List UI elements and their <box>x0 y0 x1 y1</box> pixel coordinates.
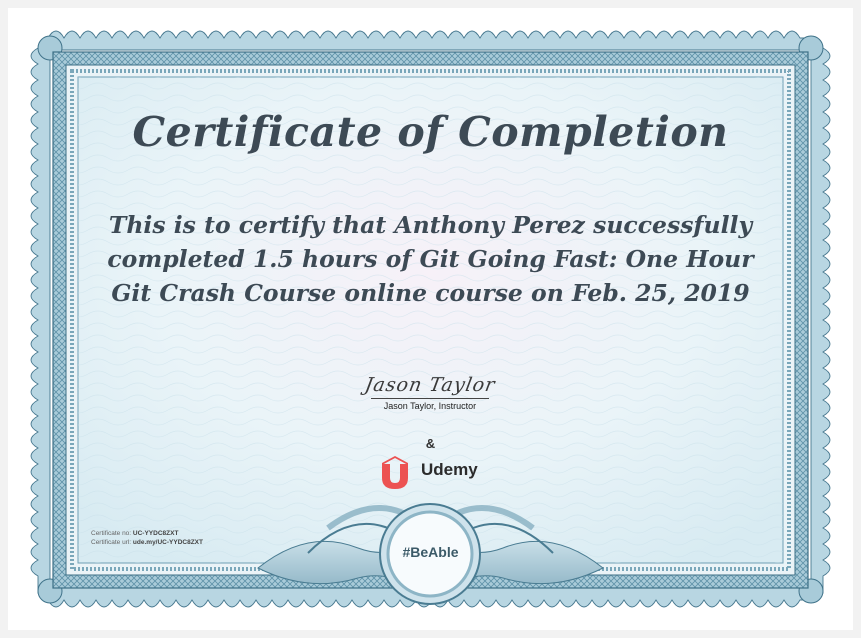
certificate-number: UC-YYDC8ZXT <box>132 530 179 537</box>
signature-line <box>371 398 489 399</box>
udemy-wordmark: Udemy <box>421 460 478 479</box>
signature-caption: Jason Taylor, Instructor <box>383 401 477 411</box>
certificate-statement: This is to certify that Anthony Perez su… <box>107 211 754 307</box>
signature: Jason Taylor <box>362 374 498 396</box>
signature-block: Jason Taylor Jason Taylor, Instructor <box>330 374 530 411</box>
ampersand: & <box>425 436 436 451</box>
certificate-paper: Certificate of Completion This is to cer… <box>8 8 853 630</box>
page: Certificate of Completion This is to cer… <box>0 0 861 638</box>
udemy-logo: Udemy <box>378 454 498 490</box>
certificate-number-row: Certificate no: UC-YYDC8ZXT <box>91 530 203 539</box>
certificate-number-label: Certificate no: <box>91 530 132 537</box>
certificate-title: Certificate of Completion <box>132 108 729 156</box>
udemy-u-icon <box>382 456 408 489</box>
beable-badge: #BeAble <box>402 544 459 560</box>
